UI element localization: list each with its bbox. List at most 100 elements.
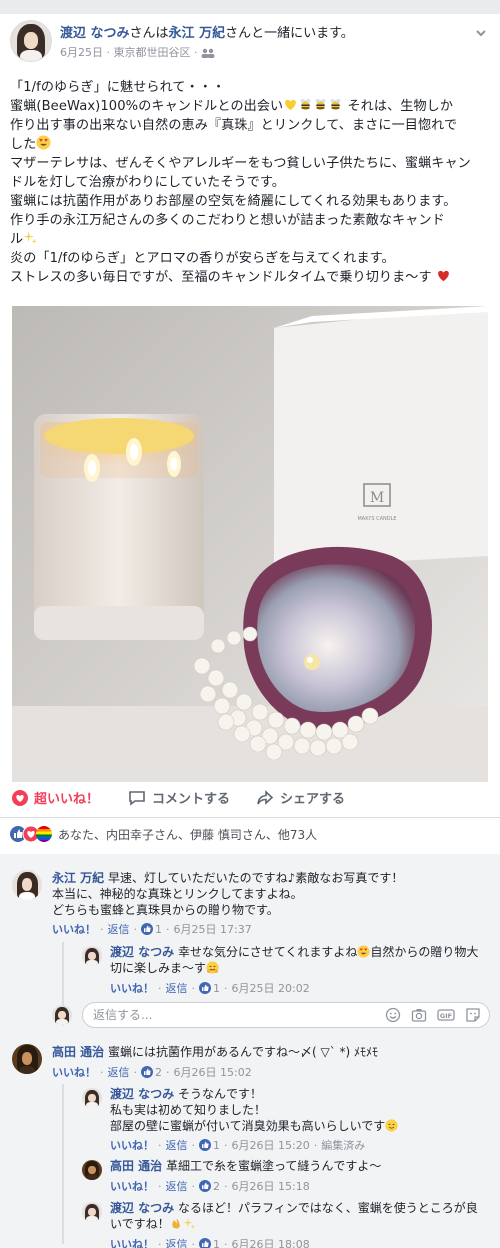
comment-meta: いいね！ · 返信 · 2 · 6月26日 15:18 [110, 1178, 310, 1194]
reply-thread-line [62, 1084, 64, 1244]
post-photo[interactable]: M MAKI'S CANDLE [12, 306, 488, 782]
sticker-icon[interactable] [465, 1007, 481, 1023]
comment-like-count[interactable]: 1 [199, 982, 220, 995]
post-body: 「1/fのゆらぎ」に魅せられて・・・ 蜜蝋(BeeWax)100%のキャンドルとの… [10, 80, 471, 285]
commenter-avatar[interactable] [12, 870, 42, 900]
comment-reply-button[interactable]: 返信 [166, 1137, 188, 1153]
comment-author[interactable]: 渡辺 なつみ [110, 945, 174, 959]
comment-reply: 渡辺 なつみ なるほど！パラフィンではなく、蜜蝋を使うところが良 いですね！ [110, 1201, 478, 1231]
hugging-face-icon [206, 961, 219, 974]
comment-meta: いいね！ · 返信 · 1 · 6月25日 20:02 [110, 980, 310, 996]
heart-eyes-icon [357, 945, 371, 958]
svg-text:GIF: GIF [440, 1012, 452, 1020]
comment-like-count[interactable]: 2 [141, 1066, 162, 1079]
comment-timestamp[interactable]: 6月25日 20:02 [232, 980, 310, 996]
bee-icon [313, 97, 328, 112]
commenter-avatar[interactable] [82, 1160, 102, 1180]
comment-like-count[interactable]: 2 [199, 1180, 220, 1193]
comment-like-button[interactable]: いいね！ [110, 1137, 154, 1153]
reply-input[interactable] [93, 1007, 313, 1023]
comment-meta: いいね！ · 返信 · 1 · 6月26日 15:20 · 編集済み [110, 1137, 366, 1153]
post-location[interactable]: 東京都世田谷区 [114, 46, 191, 59]
comment-like-count[interactable]: 1 [199, 1238, 220, 1248]
commenter-avatar[interactable] [82, 1088, 102, 1108]
commenter-avatar[interactable] [82, 946, 102, 966]
red-heart-icon [436, 268, 451, 283]
gif-icon[interactable]: GIF [437, 1007, 455, 1023]
reply-input-box: GIF [82, 1002, 490, 1028]
comment-author[interactable]: 渡辺 なつみ [110, 1087, 174, 1101]
comment: 永江 万紀 早速、灯していただいたのですね♪素敵なお写真です！ 本当に、神秘的な… [52, 871, 404, 917]
comment-like-count[interactable]: 1 [141, 923, 162, 936]
bee-icon [298, 97, 313, 112]
comment-icon [129, 790, 145, 806]
comment-like-button[interactable]: いいね！ [52, 1064, 96, 1080]
tagged-name[interactable]: 永江 万紀 [169, 26, 226, 41]
share-button[interactable]: シェアする [256, 788, 345, 807]
post-date[interactable]: 6月25日 [60, 46, 103, 59]
comment-reply: 渡辺 なつみ そうなんです！ 私も実は初めて知りました！ 部屋の壁に蜜蝋が付いて… [110, 1086, 492, 1134]
comment-like-button[interactable]: いいね！ [110, 1178, 154, 1194]
comment-timestamp[interactable]: 6月25日 17:37 [174, 921, 252, 937]
post-header: 渡辺 なつみさんは永江 万紀さんと一緒にいます。 6月25日 · 東京都世田谷区… [10, 20, 490, 72]
emoji-icon[interactable] [385, 1007, 401, 1023]
comment-reply-button[interactable]: 返信 [166, 980, 188, 996]
svg-text:M: M [370, 490, 384, 506]
comment-reply-button[interactable]: 返信 [166, 1236, 188, 1248]
love-reaction-button[interactable]: 超いいね！ [12, 788, 99, 807]
smiling-face-icon [385, 1119, 398, 1132]
comment-like-button[interactable]: いいね！ [52, 921, 96, 937]
comment-like-count[interactable]: 1 [199, 1139, 220, 1152]
comment-meta: いいね！ · 返信 · 1 · 6月26日 18:08 [110, 1236, 310, 1248]
comment-author[interactable]: 高田 通治 [52, 1045, 104, 1059]
comment-meta: いいね！ · 返信 · 2 · 6月26日 15:02 [52, 1064, 252, 1080]
post-card: 渡辺 なつみさんは永江 万紀さんと一緒にいます。 6月25日 · 東京都世田谷区… [0, 14, 500, 1248]
svg-text:MAKI'S CANDLE: MAKI'S CANDLE [357, 516, 396, 522]
comment-author[interactable]: 渡辺 なつみ [110, 1201, 174, 1215]
camera-icon[interactable] [411, 1007, 427, 1023]
comment-like-button[interactable]: いいね！ [110, 980, 154, 996]
chevron-down-icon[interactable] [474, 26, 488, 40]
like-reaction-icon [141, 1066, 153, 1078]
love-reaction-icon [12, 789, 28, 806]
like-reaction-icon [141, 923, 153, 935]
comments-section: 永江 万紀 早速、灯していただいたのですね♪素敵なお写真です！ 本当に、神秘的な… [0, 854, 500, 1248]
comment-timestamp[interactable]: 6月26日 15:20 [232, 1137, 310, 1153]
comment-reply-button[interactable]: 返信 [108, 921, 130, 937]
yellow-heart-icon [283, 97, 298, 112]
edited-label[interactable]: 編集済み [321, 1137, 365, 1153]
friends-privacy-icon[interactable] [201, 48, 215, 58]
commenter-avatar[interactable] [12, 1044, 42, 1074]
comment-author[interactable]: 永江 万紀 [52, 871, 104, 885]
author-name[interactable]: 渡辺 なつみ [60, 26, 130, 41]
my-avatar [52, 1005, 72, 1025]
comment-timestamp[interactable]: 6月26日 15:02 [174, 1064, 252, 1080]
box-logo: M MAKI'S CANDLE [357, 483, 397, 522]
post-meta: 6月25日 · 東京都世田谷区 · [60, 44, 215, 60]
sparkles-icon [182, 1217, 196, 1230]
comment-meta: いいね！ · 返信 · 1 · 6月25日 17:37 [52, 921, 252, 937]
commenter-avatar[interactable] [82, 1202, 102, 1222]
like-reaction-icon [199, 982, 211, 994]
like-reaction-icon [199, 1238, 211, 1248]
comment-author[interactable]: 高田 通治 [110, 1159, 162, 1173]
comment-reply-button[interactable]: 返信 [108, 1064, 130, 1080]
comment-reply-button[interactable]: 返信 [166, 1178, 188, 1194]
comment: 高田 通治 蜜蝋には抗菌作用があるんですね〜〆( ▽` *) ﾒﾓﾒﾓ [52, 1045, 379, 1059]
clapping-hands-icon [170, 1217, 183, 1230]
author-avatar[interactable] [10, 20, 52, 62]
like-reaction-icon [199, 1139, 211, 1151]
comment-timestamp[interactable]: 6月26日 18:08 [232, 1236, 310, 1248]
comment-button[interactable]: コメントする [128, 788, 230, 807]
bee-icon [328, 97, 343, 112]
comment-like-button[interactable]: いいね！ [110, 1236, 154, 1248]
comment-reply: 渡辺 なつみ 幸せな気分にさせてくれますよね 自然からの贈り物大 切に楽しみま〜す [110, 945, 479, 975]
reactions-summary[interactable]: あなた、内田幸子さん、伊藤 慎司さん、他73人 [10, 824, 317, 844]
comment-timestamp[interactable]: 6月26日 15:18 [232, 1178, 310, 1194]
post-header-line: 渡辺 なつみさんは永江 万紀さんと一緒にいます。 [60, 26, 354, 41]
pride-reaction-icon [36, 826, 52, 842]
heart-eyes-icon [36, 135, 51, 150]
share-icon [257, 789, 274, 805]
post-actions: 超いいね！ コメントする シェアする [0, 776, 500, 818]
like-reaction-icon [199, 1180, 211, 1192]
